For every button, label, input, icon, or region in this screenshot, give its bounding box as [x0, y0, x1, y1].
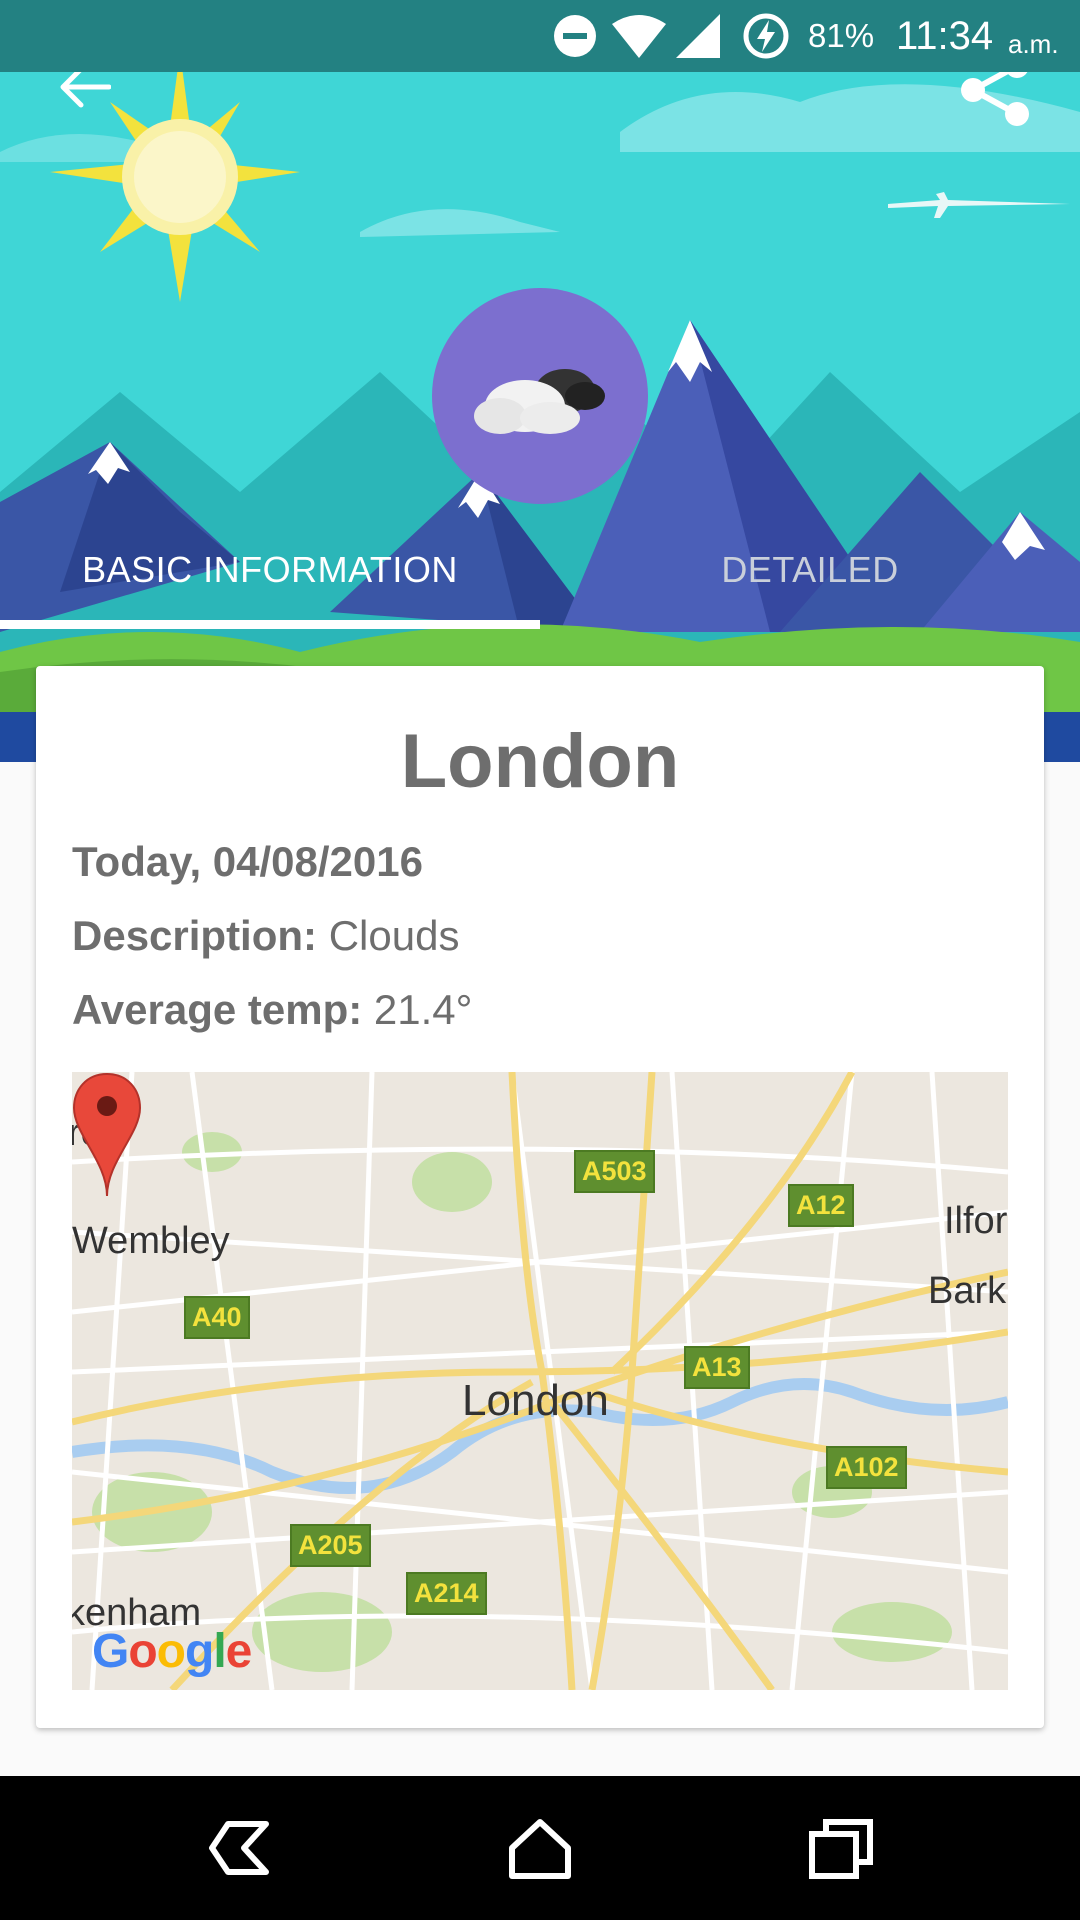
location-pin-icon[interactable] — [72, 1072, 142, 1198]
battery-percent: 81% — [808, 17, 875, 54]
battery-charging-icon — [742, 0, 790, 72]
average-temp-line: Average temp: 21.4° — [72, 986, 472, 1034]
location-map[interactable]: row Wembley London Ilfor Barki kenham A5… — [72, 1072, 1008, 1690]
active-tab-indicator — [0, 620, 540, 629]
road-badge-a40: A40 — [184, 1296, 250, 1339]
temp-label: Average temp: — [72, 986, 363, 1033]
description-value: Clouds — [317, 912, 460, 959]
weather-condition-avatar — [432, 288, 648, 504]
status-bar: 81% 11:34 a.m. — [0, 0, 1080, 72]
description-line: Description: Clouds — [72, 912, 459, 960]
clouds-icon — [474, 369, 605, 434]
temp-value: 21.4° — [362, 986, 473, 1033]
header-illustration — [0, 72, 1080, 762]
do-not-disturb-icon — [552, 0, 598, 72]
city-title: London — [400, 719, 680, 804]
road-badge-a205: A205 — [290, 1524, 371, 1567]
map-label-barking: Barki — [928, 1270, 1008, 1312]
description-label: Description: — [72, 912, 318, 959]
map-label-london: London — [462, 1376, 609, 1425]
road-badge-a12: A12 — [788, 1184, 854, 1227]
tab-basic-information[interactable]: BASIC INFORMATION — [0, 510, 540, 630]
wifi-icon — [612, 0, 666, 72]
tab-bar: BASIC INFORMATION DETAILED — [0, 510, 1080, 630]
system-nav-bar — [0, 1776, 1080, 1920]
map-label-wembley: Wembley — [72, 1220, 230, 1262]
clock-ampm: a.m. — [1008, 28, 1059, 59]
road-badge-a214: A214 — [406, 1572, 487, 1615]
nav-home-button[interactable] — [504, 1812, 576, 1884]
nav-recents-button[interactable] — [804, 1812, 876, 1884]
tab-detailed[interactable]: DETAILED — [540, 510, 1080, 630]
map-label-ilford: Ilfor — [944, 1200, 1008, 1242]
road-badge-a13: A13 — [684, 1346, 750, 1389]
weather-info-card: London Today, 04/08/2016 Description: Cl… — [36, 666, 1044, 1728]
road-badge-a102: A102 — [826, 1446, 907, 1489]
clock-time: 11:34 — [896, 13, 994, 58]
google-logo: Google — [92, 1625, 252, 1678]
cell-signal-icon — [676, 0, 720, 72]
road-badge-a503: A503 — [574, 1150, 655, 1193]
nav-back-button[interactable] — [204, 1812, 276, 1884]
date-line: Today, 04/08/2016 — [72, 838, 423, 885]
